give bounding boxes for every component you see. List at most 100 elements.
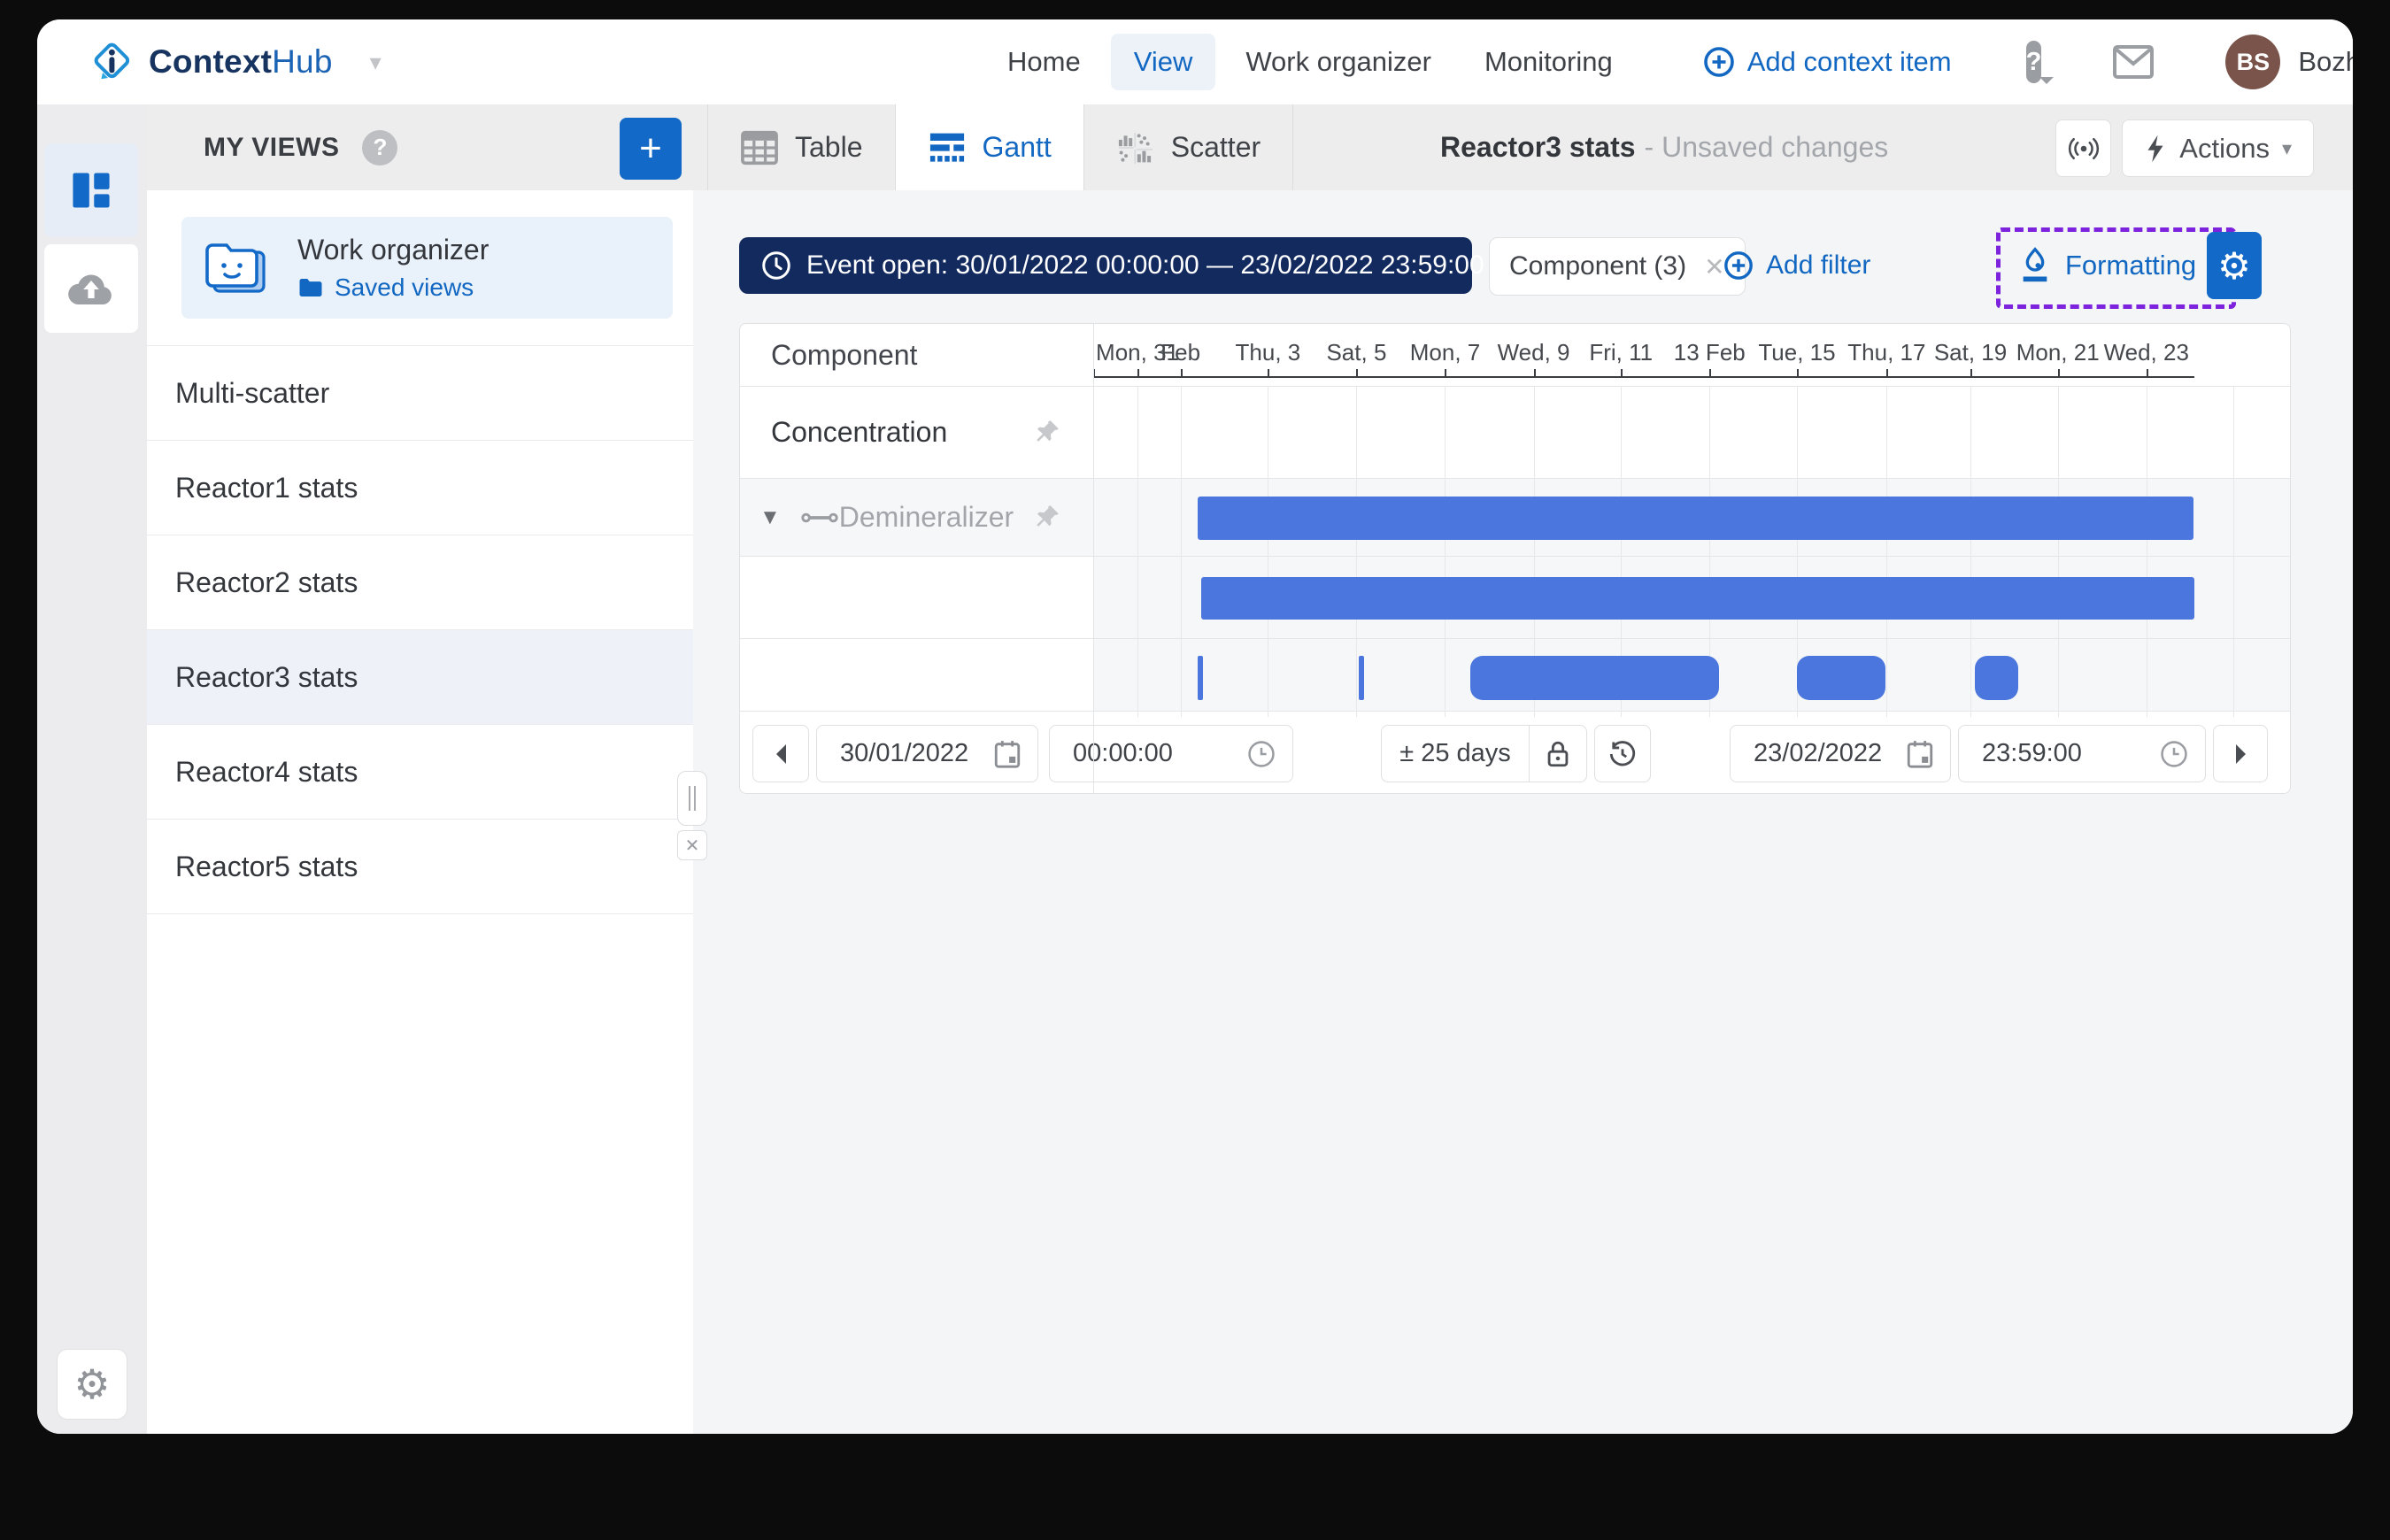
gantt-bar[interactable] <box>1198 497 2193 540</box>
range-prev-button[interactable] <box>752 725 809 782</box>
gantt-bar[interactable] <box>1198 656 1202 700</box>
lightning-bolt-icon <box>2144 134 2167 164</box>
start-date-input[interactable]: 30/01/2022 <box>816 725 1038 782</box>
gantt-bar[interactable] <box>1359 656 1363 700</box>
sidebar-item-reactor1-stats[interactable]: Reactor1 stats <box>147 441 693 535</box>
smiley-folder-icon <box>204 238 274 298</box>
tab-gantt[interactable]: Gantt <box>896 104 1084 190</box>
timeline-axis: Mon, 31FebThu, 3Sat, 5Mon, 7Wed, 9Fri, 1… <box>1093 324 2290 386</box>
end-time-input[interactable]: 23:59:00 <box>1958 725 2206 782</box>
settings-gear-icon[interactable]: ⚙ <box>57 1349 127 1420</box>
pushpin-icon[interactable] <box>1031 503 1061 533</box>
triangle-right-icon <box>2236 744 2246 764</box>
event-open-filter-pill[interactable]: Event open: 30/01/2022 00:00:00 — 23/02/… <box>739 237 1472 294</box>
caret-down-icon[interactable]: ▼ <box>759 505 781 530</box>
axis-label: Tue, 15 <box>1758 339 1835 366</box>
contexthub-logo-icon <box>90 39 135 85</box>
sidebar-close-icon[interactable]: ✕ <box>677 830 707 860</box>
nav-item-monitoring[interactable]: Monitoring <box>1461 34 1636 90</box>
logo-chevron-down-icon[interactable]: ▾ <box>370 49 382 76</box>
rail-views-button[interactable] <box>44 143 138 237</box>
top-navbar: ContextHub ▾ HomeViewWork organizerMonit… <box>37 19 2353 105</box>
gantt-panel: Component Mon, 31FebThu, 3Sat, 5Mon, 7We… <box>739 323 2291 794</box>
actions-button[interactable]: Actions ▾ <box>2122 119 2314 177</box>
component-column-header: Component <box>771 324 917 386</box>
formatting-button[interactable]: Formatting <box>2017 237 2196 294</box>
folder-icon <box>297 276 324 299</box>
sidebar-item-reactor3-stats[interactable]: Reactor3 stats <box>147 630 693 725</box>
gantt-row-concentration[interactable]: Concentration <box>740 386 2290 478</box>
axis-label: Sat, 19 <box>1934 339 2007 366</box>
axis-label: Fri, 11 <box>1589 339 1653 366</box>
cloud-upload-icon <box>66 269 116 308</box>
sidebar-item-reactor2-stats[interactable]: Reactor2 stats <box>147 535 693 630</box>
gantt-bar[interactable] <box>1975 656 2018 700</box>
tab-scatter[interactable]: Scatter <box>1084 104 1293 190</box>
triangle-left-icon <box>776 744 786 764</box>
calendar-icon <box>1906 739 1934 769</box>
component-filter-chip[interactable]: Component (3) ✕ <box>1489 237 1746 296</box>
nav-item-home[interactable]: Home <box>984 34 1104 90</box>
range-next-button[interactable] <box>2213 725 2268 782</box>
add-view-button[interactable]: + <box>620 118 682 180</box>
saved-views-link[interactable]: Saved views <box>297 273 489 302</box>
gantt-settings-button[interactable]: ⚙ <box>2207 232 2262 299</box>
primary-nav: HomeViewWork organizerMonitoring <box>984 34 1636 90</box>
tab-table[interactable]: Table <box>707 104 896 190</box>
table-grid-icon <box>740 130 779 166</box>
range-span-control[interactable]: ± 25 days <box>1381 725 1587 782</box>
sidebar-item-multi-scatter[interactable]: Multi-scatter <box>147 346 693 441</box>
gantt-bar[interactable] <box>1201 577 2194 620</box>
axis-label: Wed, 9 <box>1498 339 1570 366</box>
add-context-item-button[interactable]: Add context item <box>1703 46 1952 78</box>
nav-item-view[interactable]: View <box>1111 34 1216 90</box>
history-button[interactable] <box>1594 725 1651 782</box>
sidebar-item-reactor5-stats[interactable]: Reactor5 stats <box>147 820 693 914</box>
start-time-input[interactable]: 00:00:00 <box>1049 725 1293 782</box>
gantt-row-demineralizer[interactable]: ▼ Demineralizer <box>740 478 2290 556</box>
dashboard-layout-icon <box>68 167 114 213</box>
clock-icon <box>2159 739 2189 769</box>
padlock-icon[interactable] <box>1529 726 1586 782</box>
gantt-header: Component Mon, 31FebThu, 3Sat, 5Mon, 7We… <box>740 324 2290 386</box>
time-range-bar: 30/01/2022 00:00:00 ± 25 days <box>740 711 2290 793</box>
my-views-title: MY VIEWS <box>204 133 339 163</box>
live-broadcast-button[interactable] <box>2055 119 2111 177</box>
sidebar-item-reactor4-stats[interactable]: Reactor4 stats <box>147 725 693 820</box>
nav-item-work-organizer[interactable]: Work organizer <box>1222 34 1454 90</box>
gantt-row-sub-2[interactable] <box>740 638 2290 717</box>
clock-icon <box>1246 739 1276 769</box>
gantt-bar[interactable] <box>1470 656 1719 700</box>
app-window: ContextHub ▾ HomeViewWork organizerMonit… <box>37 19 2353 1434</box>
axis-label: Wed, 23 <box>2104 339 2189 366</box>
gantt-row-sub-1[interactable] <box>740 556 2290 638</box>
my-views-header: MY VIEWS ? + <box>147 104 693 190</box>
axis-label: 13 Feb <box>1674 339 1746 366</box>
main-area: Table Gantt Scatter <box>693 104 2353 1434</box>
clock-icon <box>760 250 792 281</box>
close-x-icon[interactable]: ✕ <box>1704 252 1724 281</box>
pushpin-icon[interactable] <box>1031 418 1061 448</box>
help-icon[interactable]: ? <box>2026 41 2042 83</box>
sidebar-resize-handle[interactable] <box>677 771 707 826</box>
history-clock-icon <box>1607 739 1638 769</box>
logo-text: ContextHub <box>149 43 333 81</box>
user-menu[interactable]: BS Bozhidar ▾ <box>2225 35 2353 89</box>
calendar-icon <box>993 739 1022 769</box>
axis-label: Thu, 17 <box>1847 339 1925 366</box>
axis-label: Thu, 3 <box>1236 339 1301 366</box>
avatar: BS <box>2225 35 2280 89</box>
broadcast-icon <box>2068 135 2100 162</box>
gantt-bar[interactable] <box>1797 656 1885 700</box>
add-filter-button[interactable]: Add filter <box>1723 237 1870 294</box>
mail-icon[interactable] <box>2112 44 2155 80</box>
work-organizer-card[interactable]: Work organizer Saved views <box>181 217 673 319</box>
question-circle-icon[interactable]: ? <box>362 130 397 166</box>
end-date-input[interactable]: 23/02/2022 <box>1730 725 1951 782</box>
logo[interactable]: ContextHub ▾ <box>37 39 375 85</box>
plus-circle-icon <box>1723 250 1754 281</box>
actions-chevron-down-icon: ▾ <box>2282 137 2292 160</box>
ink-drop-icon <box>2017 246 2053 285</box>
rail-upload-button[interactable] <box>44 244 138 333</box>
link-nodes-icon <box>800 506 839 529</box>
